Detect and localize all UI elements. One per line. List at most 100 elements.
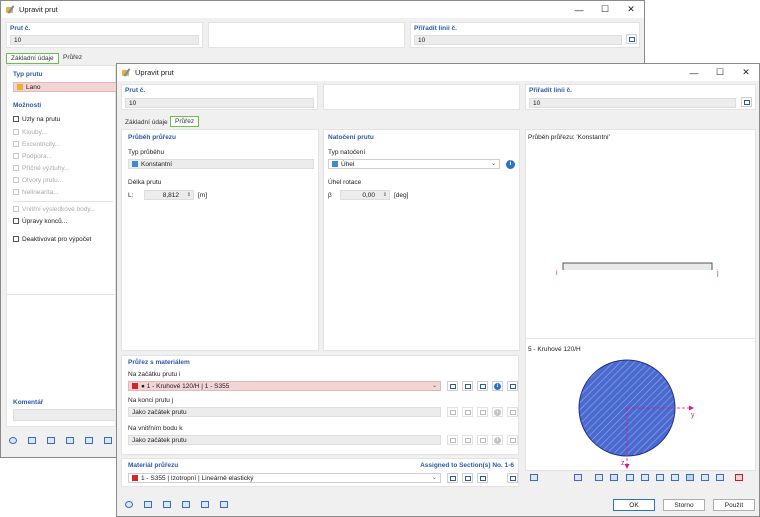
angle-field[interactable]: 0,00 ⇕ xyxy=(340,190,390,200)
formula-icon[interactable] xyxy=(218,499,230,510)
material-assigned-text: Assigned to Section(s) No. 1-6 xyxy=(420,462,514,469)
section-new-icon[interactable] xyxy=(462,381,473,391)
section-internal-edit-icon xyxy=(477,435,488,445)
search-icon[interactable] xyxy=(123,499,135,510)
view-iso-icon[interactable] xyxy=(593,472,605,483)
option-nodes-on-member[interactable]: Uzly na prutu xyxy=(13,116,60,123)
minimize-icon[interactable]: — xyxy=(566,1,592,18)
app-icon xyxy=(6,5,15,14)
section-edit-icon[interactable] xyxy=(477,381,488,391)
option-support: Podpora... xyxy=(13,153,52,160)
chevron-down-icon[interactable]: ⌄ xyxy=(432,382,437,391)
option-label: Uzly na prutu xyxy=(22,116,61,123)
assign-pick-icon[interactable] xyxy=(741,97,752,107)
section-start-dropdown[interactable]: ● 1 - Kruhové 120/H | 1 - S355 ⌄ xyxy=(128,381,441,391)
chevron-down-icon[interactable]: ⌄ xyxy=(432,474,437,483)
table-icon[interactable] xyxy=(161,499,173,510)
close-icon[interactable]: ✕ xyxy=(618,1,644,18)
material-edit-icon[interactable] xyxy=(477,473,488,483)
close-icon[interactable]: ✕ xyxy=(733,64,759,81)
tab-basic[interactable]: Základní údaje xyxy=(121,118,172,129)
back-member-no-field[interactable]: 10 xyxy=(10,35,199,45)
stress-points-icon[interactable] xyxy=(684,472,696,483)
reset-view-icon[interactable] xyxy=(733,472,745,483)
section-end-label: Na konci prutu j xyxy=(128,397,174,404)
option-label: Otvory prutu... xyxy=(22,177,64,184)
back-tab-basic[interactable]: Základní údaje xyxy=(6,53,59,64)
preview-settings-icon[interactable] xyxy=(528,472,540,483)
length-spinner-icon[interactable]: ⇕ xyxy=(187,191,191,200)
numbering-icon[interactable] xyxy=(142,499,154,510)
member-icon[interactable] xyxy=(83,435,95,446)
print-icon[interactable] xyxy=(714,472,726,483)
show-section-icon[interactable] xyxy=(608,472,620,483)
checkbox[interactable] xyxy=(13,116,19,122)
rotation-type-value: Úhel xyxy=(341,161,355,168)
formula-icon[interactable] xyxy=(102,435,114,446)
distribution-type-label: Typ průběhu xyxy=(128,149,165,156)
back-member-type-field[interactable]: Lano xyxy=(13,82,117,92)
minimize-icon[interactable]: — xyxy=(681,64,707,81)
distribution-type-field[interactable]: Konstantní xyxy=(128,159,314,169)
assign-field[interactable]: 10 xyxy=(529,98,736,108)
option-stiffeners: Příčné výztuhy... xyxy=(13,165,70,172)
section-internal-info-icon: i xyxy=(492,435,503,445)
tab-section[interactable]: Průřez xyxy=(170,116,200,127)
material-library-icon[interactable] xyxy=(447,473,458,483)
material-pick-icon[interactable] xyxy=(507,473,518,483)
section-icon[interactable] xyxy=(180,499,192,510)
centroid-icon[interactable] xyxy=(669,472,681,483)
section-pick-icon[interactable] xyxy=(507,381,518,391)
back-comment-label: Komentář xyxy=(13,399,44,406)
material-new-icon[interactable] xyxy=(462,473,473,483)
member-icon[interactable] xyxy=(199,499,211,510)
cable-swatch xyxy=(17,84,23,90)
view-select-icon[interactable] xyxy=(572,472,584,483)
cancel-button[interactable]: Storno xyxy=(663,499,705,511)
option-label: Nelinearita... xyxy=(22,189,59,196)
section-start-swatch xyxy=(132,383,138,389)
section-end-field[interactable]: Jako začátek prutu xyxy=(128,407,441,417)
section-info-icon[interactable]: i xyxy=(492,381,503,391)
option-result-points: Vnitřní výsledkové body... xyxy=(13,206,96,213)
section-internal-field[interactable]: Jako začátek prutu xyxy=(128,435,441,445)
option-end-modifications[interactable]: Úpravy konců... xyxy=(13,218,67,225)
option-deactivate[interactable]: Deaktivovat pro výpočet xyxy=(13,236,91,243)
grid-icon[interactable] xyxy=(699,472,711,483)
ok-button[interactable]: OK xyxy=(613,499,655,511)
rotation-info-icon[interactable]: i xyxy=(505,159,516,169)
option-label: Příčné výztuhy... xyxy=(22,165,70,172)
maximize-icon[interactable]: ☐ xyxy=(707,64,733,81)
dimension-vertical-icon[interactable] xyxy=(654,472,666,483)
section-library-icon[interactable] xyxy=(447,381,458,391)
back-comment-field[interactable] xyxy=(13,409,117,421)
preview-divider xyxy=(526,338,755,339)
y-axis-label: y xyxy=(691,412,695,419)
angle-spinner-icon[interactable]: ⇕ xyxy=(383,191,387,200)
maximize-icon[interactable]: ☐ xyxy=(592,1,618,18)
table-icon[interactable] xyxy=(45,435,57,446)
rotation-type-dropdown[interactable]: Úhel ⌄ xyxy=(328,159,500,169)
back-tab-section[interactable]: Průřez xyxy=(59,53,86,64)
section-icon[interactable] xyxy=(64,435,76,446)
dimension-alt-icon[interactable] xyxy=(639,472,651,483)
section-material-title: Průřez s materiálem xyxy=(128,359,190,366)
checkbox[interactable] xyxy=(13,218,19,224)
numbering-icon[interactable] xyxy=(26,435,38,446)
chevron-down-icon[interactable]: ⌄ xyxy=(491,160,496,169)
angle-label: Úhel rotace xyxy=(328,179,362,186)
member-diagram xyxy=(562,262,713,270)
rotation-type-label: Typ natočení xyxy=(328,149,366,156)
material-swatch xyxy=(132,475,138,481)
apply-button[interactable]: Použít xyxy=(713,499,755,511)
material-dropdown[interactable]: 1 - S355 | Izotropní | Lineárně elastick… xyxy=(128,473,441,483)
member-no-field[interactable]: 10 xyxy=(125,98,314,108)
length-field[interactable]: 8,812 ⇕ xyxy=(144,190,194,200)
option-label: Klouby... xyxy=(22,129,47,136)
back-assign-label: Přiřadit linii č. xyxy=(414,25,457,32)
dimension-icon[interactable] xyxy=(624,472,636,483)
checkbox[interactable] xyxy=(13,236,19,242)
search-icon[interactable] xyxy=(7,435,19,446)
back-assign-pick-icon[interactable] xyxy=(626,34,637,44)
back-assign-field[interactable]: 10 xyxy=(414,35,622,45)
